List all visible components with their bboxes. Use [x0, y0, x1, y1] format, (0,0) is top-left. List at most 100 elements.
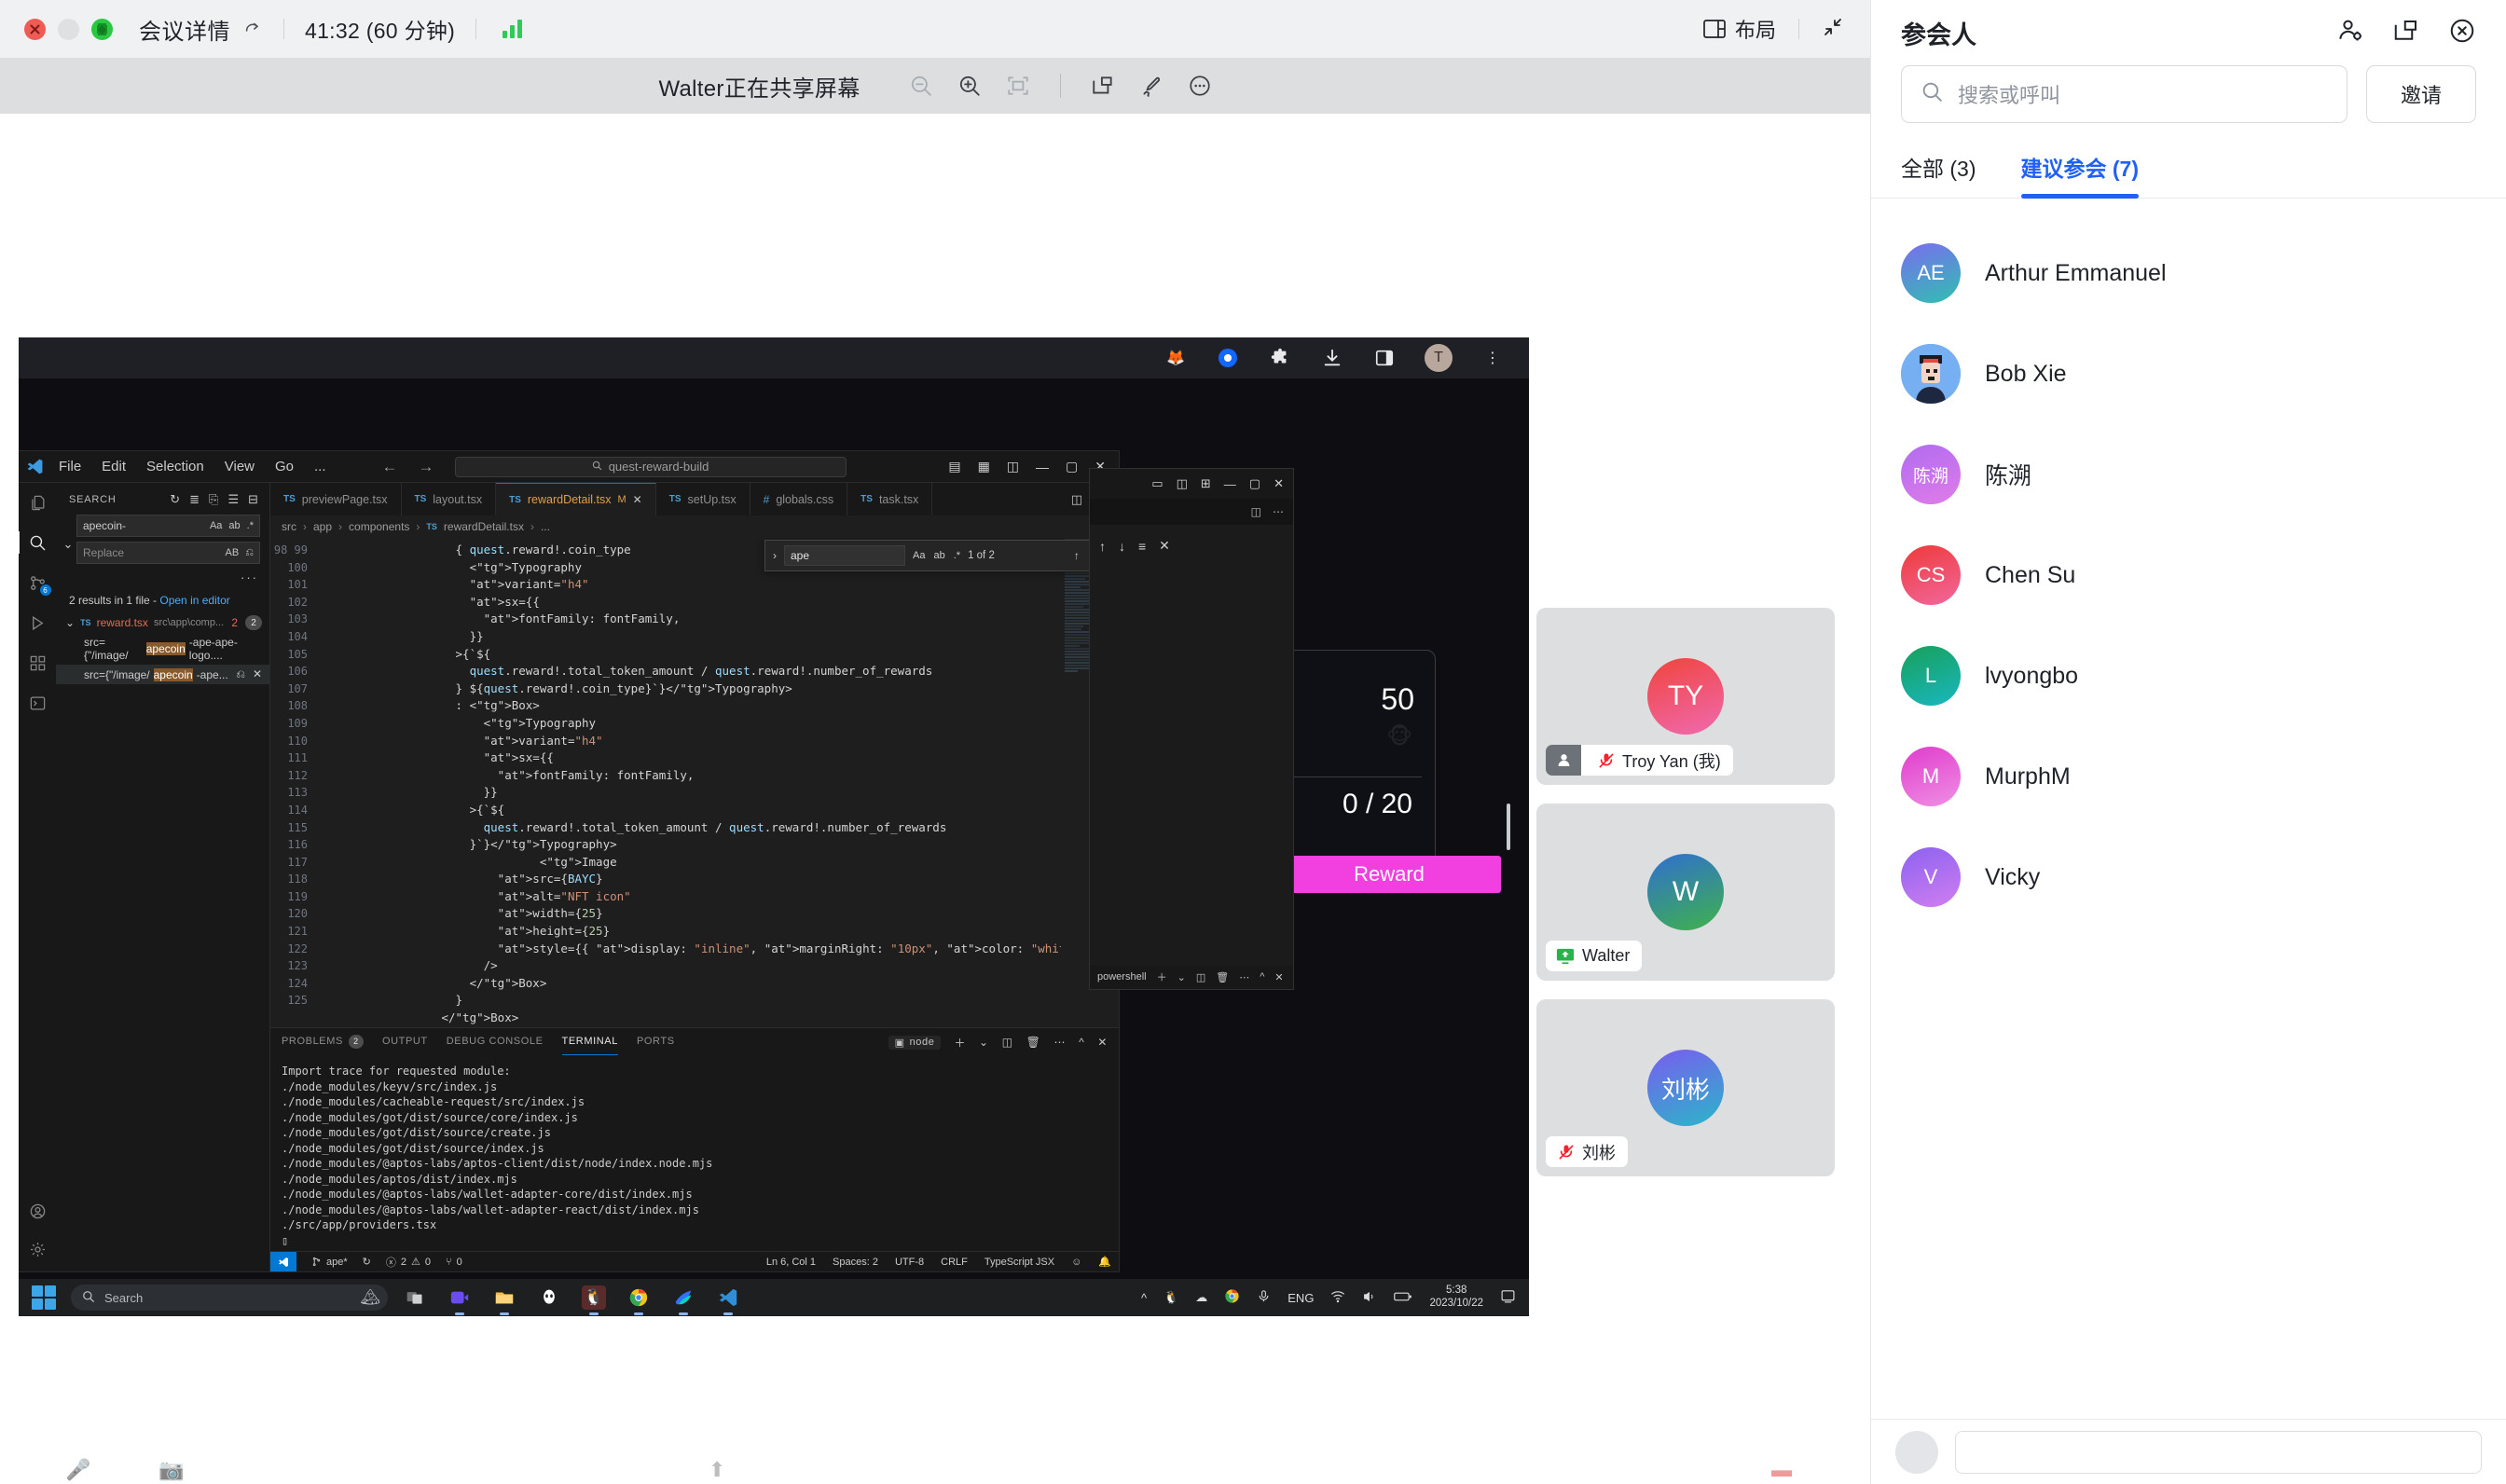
vscode-command-center[interactable]: quest-reward-build	[455, 457, 847, 477]
invite-button[interactable]: 邀请	[2366, 65, 2476, 123]
footer-message-input[interactable]	[1955, 1431, 2482, 1474]
tab-task[interactable]: TS task.tsx	[847, 483, 932, 515]
preserve-case-icon[interactable]: AB	[226, 547, 240, 558]
replace-all-icon[interactable]: ⎌	[245, 547, 254, 559]
tab-globals-css[interactable]: # globals.css	[750, 483, 848, 515]
source-control-icon[interactable]: 6	[29, 574, 47, 592]
participant-row[interactable]: Llvyongbo	[1901, 625, 2476, 726]
taskbar-app-qq-icon[interactable]: 🐧	[582, 1285, 606, 1310]
more-actions-icon[interactable]: ⋯	[1273, 505, 1284, 518]
tray-clock[interactable]: 5:38 2023/10/22	[1429, 1285, 1483, 1311]
maximize-window-icon[interactable]	[91, 19, 113, 40]
tab-all-participants[interactable]: 全部 (3)	[1901, 151, 1976, 198]
collapse-all-icon[interactable]: ⊟	[248, 492, 258, 507]
code-text[interactable]: { quest.reward!.coin_type <"tg">Typograp…	[315, 538, 1061, 1027]
close-panel-icon[interactable]: ✕	[1274, 971, 1283, 983]
zoom-in-icon[interactable]	[957, 74, 982, 98]
layout-button[interactable]: 布局	[1703, 14, 1776, 44]
tray-wifi-icon[interactable]	[1330, 1289, 1345, 1307]
toggle-replace-icon[interactable]: ⌄	[60, 515, 76, 552]
settings-gear-icon[interactable]	[29, 1241, 47, 1258]
panel-more-icon[interactable]: ⋯	[1054, 1036, 1067, 1049]
close-panel-icon[interactable]	[2448, 17, 2476, 49]
menu-view[interactable]: View	[225, 459, 255, 474]
extensions-icon[interactable]	[29, 654, 47, 672]
git-branch[interactable]: ape*	[311, 1257, 348, 1268]
sidepanel-icon[interactable]	[1372, 346, 1397, 370]
vscode-panel-icon[interactable]: ▦	[978, 459, 990, 474]
cursor-position[interactable]: Ln 6, Col 1	[766, 1257, 816, 1268]
clear-icon[interactable]: ✕	[1159, 538, 1170, 554]
taskbar-search[interactable]: Search 🏔	[71, 1285, 388, 1311]
camera-toolbar-icon[interactable]: 📷	[158, 1458, 184, 1482]
taskbar-app-meeting-icon[interactable]	[448, 1285, 472, 1310]
extensions-puzzle-icon[interactable]	[1268, 346, 1292, 370]
minimize-window-icon[interactable]	[58, 19, 79, 40]
leave-meeting-button[interactable]: ▬	[1771, 1458, 1792, 1482]
terminal-dropdown-icon[interactable]: ⌄	[1177, 971, 1186, 983]
open-in-editor-link[interactable]: Open in editor	[159, 594, 229, 607]
tab-suggested-participants[interactable]: 建议参会 (7)	[2021, 151, 2140, 198]
match-whole-word-icon[interactable]: ab	[228, 520, 240, 531]
minimize-icon[interactable]: —	[1224, 477, 1236, 491]
tab-layout[interactable]: TS layout.tsx	[402, 483, 497, 515]
chrome-menu-icon[interactable]: ⋮	[1480, 346, 1505, 370]
more-options-icon[interactable]	[1188, 74, 1212, 98]
terminal-shell-selector[interactable]: ▣ node	[888, 1036, 942, 1050]
match-whole-word-icon[interactable]: ab	[933, 550, 944, 561]
terminal-dropdown-icon[interactable]: ⌄	[979, 1036, 989, 1049]
match-case-icon[interactable]: Aa	[210, 520, 222, 531]
tray-qq-icon[interactable]: 🐧	[1164, 1290, 1178, 1305]
tray-microphone-icon[interactable]	[1257, 1289, 1271, 1306]
metamask-extension-icon[interactable]: 🦊	[1164, 346, 1188, 370]
menu-selection[interactable]: Selection	[146, 459, 204, 474]
refresh-icon[interactable]: ↻	[170, 492, 180, 507]
tray-volume-icon[interactable]	[1362, 1289, 1377, 1307]
split-editor-right-icon[interactable]: ◫	[1071, 492, 1082, 507]
video-tile[interactable]: W Walter	[1536, 804, 1835, 981]
indent-setting[interactable]: Spaces: 2	[833, 1257, 878, 1268]
accounts-icon[interactable]	[29, 1202, 47, 1220]
vscode-minimize-icon[interactable]: —	[1036, 460, 1049, 474]
taskbar-app-vscode-icon[interactable]	[716, 1285, 740, 1310]
close-panel-icon[interactable]: ✕	[1097, 1036, 1108, 1049]
tab-setUp[interactable]: TS setUp.tsx	[656, 483, 750, 515]
replace-match-icon[interactable]: ⎌	[236, 667, 245, 681]
close-icon[interactable]: ✕	[1274, 476, 1284, 491]
open-new-search-editor-icon[interactable]: ⎘	[209, 492, 218, 507]
video-tile[interactable]: 刘彬 刘彬	[1536, 999, 1835, 1176]
taskbar-app-feishu-icon[interactable]	[671, 1285, 695, 1310]
find-widget[interactable]: › ape Aa ab .* 1 of 2 ↑	[764, 540, 1119, 571]
replace-input[interactable]: Replace AB ⎌	[76, 542, 260, 564]
mic-toolbar-icon[interactable]: 🎤	[65, 1458, 90, 1482]
tray-notifications-icon[interactable]	[1500, 1288, 1516, 1307]
participant-row[interactable]: 陈溯 陈溯	[1901, 424, 2476, 525]
shared-screen-content[interactable]: 🦊 T ⋮ 50 🐵 0 / 20 Reward ▭ ◫ ⊞ — ▢ ✕ ◫ ⋯…	[19, 337, 1529, 1316]
arrow-down-icon[interactable]: ↓	[1119, 539, 1125, 554]
find-input[interactable]: ape	[784, 545, 905, 566]
run-debug-icon[interactable]	[29, 614, 47, 632]
share-toolbar-icon[interactable]: ⬆	[709, 1458, 725, 1482]
dismiss-match-icon[interactable]: ✕	[253, 667, 262, 681]
notifications-bell-icon[interactable]: 🔔	[1098, 1256, 1111, 1268]
find-previous-icon[interactable]: ↑	[1074, 549, 1080, 562]
browser-profile-avatar[interactable]: T	[1425, 344, 1453, 372]
close-tab-icon[interactable]: ✕	[633, 493, 642, 506]
panel-tab-debug-console[interactable]: DEBUG CONSOLE	[447, 1036, 544, 1049]
maximize-panel-icon[interactable]: ^	[1079, 1036, 1084, 1049]
tray-chrome-icon[interactable]	[1224, 1288, 1240, 1307]
language-mode[interactable]: TypeScript JSX	[984, 1257, 1054, 1268]
tray-expand-icon[interactable]: ^	[1141, 1291, 1147, 1305]
search-result-file[interactable]: ⌄ TS reward.tsx src\app\comp... 2 2	[56, 612, 269, 633]
participant-row[interactable]: V Vicky	[1901, 827, 2476, 928]
panel-tab-problems[interactable]: PROBLEMS 2	[282, 1035, 364, 1051]
new-terminal-icon[interactable]: ＋	[954, 1035, 966, 1051]
expand-chevron-icon[interactable]: ⌄	[65, 616, 75, 629]
tray-language-indicator[interactable]: ENG	[1287, 1291, 1314, 1305]
participant-row[interactable]: AE Arthur Emmanuel	[1901, 223, 2476, 323]
search-result-match[interactable]: src={"/image/apecoin -ape... ⎌ ✕	[56, 665, 269, 684]
menu-more[interactable]: ...	[314, 459, 326, 474]
video-tile[interactable]: TY Troy Yan (我)	[1536, 608, 1835, 785]
reward-button[interactable]: Reward	[1277, 856, 1501, 893]
use-regex-icon[interactable]: .*	[954, 550, 960, 561]
